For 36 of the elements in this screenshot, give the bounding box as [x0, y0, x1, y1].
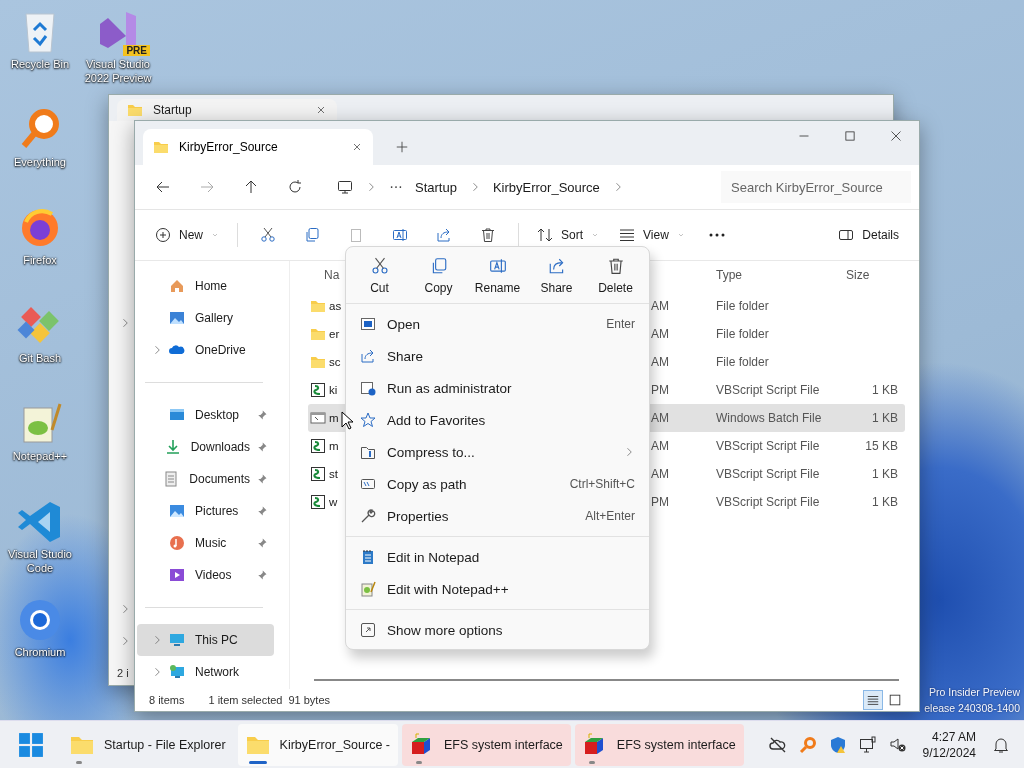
table-cell-text: AM: [651, 467, 670, 481]
watermark-text: Pro Insider Preview: [928, 685, 1020, 700]
status-text: 8 items: [149, 694, 185, 706]
table-cell-text: 1 KB: [871, 383, 899, 397]
file-name: sc: [329, 356, 341, 368]
table-cell-text: 15 KB: [864, 439, 899, 453]
file-name: m: [329, 412, 339, 424]
status-text: 2 i: [117, 667, 129, 679]
status-text: 1 item selected: [208, 694, 283, 706]
file-name: st: [329, 468, 338, 480]
table-cell-text: 1 KB: [871, 411, 899, 425]
table-cell-text: AM: [651, 327, 670, 341]
table-cell-text: 1 KB: [871, 495, 899, 509]
file-name: er: [329, 328, 340, 340]
table-cell-text: AM: [651, 299, 670, 313]
file-name: w: [329, 496, 338, 508]
table-cell-text: VBScript Script File: [716, 495, 821, 509]
table-cell-text: File folder: [716, 299, 770, 313]
table-cell-text: 1 KB: [871, 467, 899, 481]
preview-badge: PRE: [123, 45, 150, 56]
table-cell-text: AM: [651, 411, 670, 425]
file-name: as: [329, 300, 342, 312]
table-cell-text: AM: [651, 355, 670, 369]
watermark-text: elease 240308-1400: [924, 701, 1020, 716]
file-name: ki: [329, 384, 338, 396]
table-cell-text: AM: [651, 439, 670, 453]
file-name: m: [329, 440, 339, 452]
table-cell-text: File folder: [716, 355, 770, 369]
table-cell-text: VBScript Script File: [716, 439, 821, 453]
status-text: 91 bytes: [288, 694, 331, 706]
table-cell-text: Windows Batch File: [716, 411, 823, 425]
table-cell-text: File folder: [716, 327, 770, 341]
table-cell-text: VBScript Script File: [716, 383, 821, 397]
table-cell-text: VBScript Script File: [716, 467, 821, 481]
table-cell-text: PM: [651, 495, 670, 509]
table-cell-text: PM: [651, 383, 670, 397]
